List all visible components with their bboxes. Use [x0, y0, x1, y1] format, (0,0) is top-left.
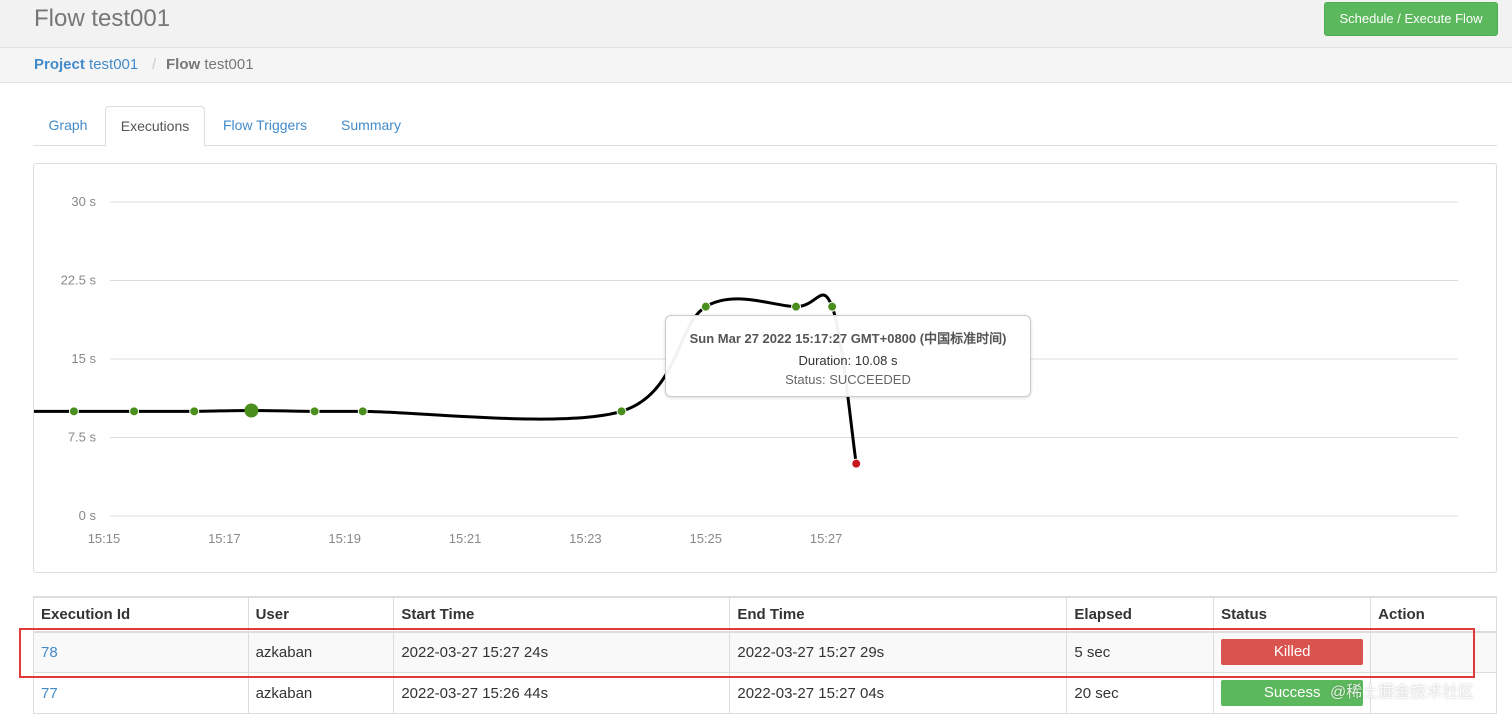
execution-id-link[interactable]: 78 — [41, 644, 58, 661]
data-point[interactable] — [129, 406, 140, 417]
data-point[interactable] — [791, 301, 802, 312]
data-point[interactable] — [616, 406, 627, 417]
x-tick-label: 15:15 — [88, 531, 121, 546]
data-point[interactable] — [851, 458, 862, 469]
data-point[interactable] — [309, 406, 320, 417]
y-tick-label: 30 s — [71, 194, 96, 209]
x-tick-label: 15:17 — [208, 531, 241, 546]
cell-start-time: 2022-03-27 15:26 44s — [393, 672, 731, 714]
y-tick-label: 7.5 s — [68, 430, 97, 445]
breadcrumb-separator: / — [152, 56, 157, 73]
cell-elapsed: 5 sec — [1066, 631, 1215, 673]
x-tick-label: 15:25 — [689, 531, 722, 546]
column-header-end-time: End Time — [729, 597, 1068, 633]
schedule-execute-flow-button[interactable]: Schedule / Execute Flow — [1324, 2, 1498, 36]
y-tick-label: 0 s — [79, 508, 97, 523]
data-point[interactable] — [68, 406, 79, 417]
table-row[interactable]: 78 azkaban 2022-03-27 15:27 24s 2022-03-… — [33, 631, 1497, 673]
column-header-action: Action — [1370, 597, 1497, 633]
x-tick-label: 15:27 — [810, 531, 843, 546]
column-header-start-time: Start Time — [393, 597, 731, 633]
flow-tabs: Graph Executions Flow Triggers Summary — [33, 106, 1497, 147]
watermark-text: @稀土掘金技术社区 — [1330, 684, 1475, 701]
breadcrumb-project-label: Project — [34, 56, 85, 73]
breadcrumb-flow-label: Flow — [166, 56, 201, 73]
tooltip-title: Sun Mar 27 2022 15:17:27 GMT+0800 (中国标准时… — [689, 331, 1007, 346]
page-header: Flow test001 Schedule / Execute Flow — [0, 0, 1512, 48]
executions-table: Execution Id User Start Time End Time El… — [33, 597, 1497, 714]
x-tick-label: 15:23 — [569, 531, 602, 546]
cell-end-time: 2022-03-27 15:27 29s — [729, 631, 1068, 673]
x-tick-label: 15:21 — [449, 531, 482, 546]
column-header-status: Status — [1213, 597, 1372, 633]
tab-executions[interactable]: Executions — [105, 106, 205, 147]
column-header-execution-id: Execution Id — [33, 597, 249, 633]
cell-elapsed: 20 sec — [1066, 672, 1215, 714]
column-header-user: User — [247, 597, 395, 633]
data-point[interactable] — [827, 301, 838, 312]
tooltip-duration: Duration: 10.08 s — [798, 353, 898, 368]
tab-flow-triggers[interactable]: Flow Triggers — [207, 106, 323, 146]
breadcrumb-flow: Flow test001 — [166, 56, 254, 73]
cell-execution-id: 77 — [33, 672, 249, 714]
cell-start-time: 2022-03-27 15:27 24s — [393, 631, 731, 673]
tab-summary[interactable]: Summary — [327, 106, 415, 146]
breadcrumb-flow-name: test001 — [204, 56, 254, 73]
column-header-elapsed: Elapsed — [1066, 597, 1215, 633]
execution-id-link[interactable]: 77 — [41, 685, 58, 702]
table-row[interactable]: 77 azkaban 2022-03-27 15:26 44s 2022-03-… — [33, 672, 1497, 714]
tab-graph[interactable]: Graph — [33, 106, 103, 146]
cell-end-time: 2022-03-27 15:27 04s — [729, 672, 1068, 714]
chart-tooltip: Sun Mar 27 2022 15:17:27 GMT+0800 (中国标准时… — [665, 315, 1031, 397]
breadcrumb-project-name: test001 — [89, 56, 139, 73]
status-badge: Killed — [1221, 639, 1364, 666]
y-tick-label: 15 s — [71, 351, 96, 366]
cell-action — [1370, 631, 1497, 673]
cell-user: azkaban — [247, 631, 395, 673]
tooltip-status: Status: SUCCEEDED — [785, 372, 911, 387]
page-title: Flow test001 — [34, 5, 171, 32]
executions-table-wrap: Execution Id User Start Time End Time El… — [33, 596, 1497, 719]
data-point[interactable] — [357, 406, 368, 417]
cell-user: azkaban — [247, 672, 395, 714]
table-header-row: Execution Id User Start Time End Time El… — [33, 597, 1497, 633]
breadcrumb: Project test001 / Flow test001 — [0, 48, 1512, 83]
cell-execution-id: 78 — [33, 631, 249, 673]
y-tick-label: 22.5 s — [61, 273, 97, 288]
x-tick-label: 15:19 — [328, 531, 361, 546]
data-point[interactable] — [189, 406, 200, 417]
data-point[interactable] — [700, 301, 711, 312]
cell-status: Killed — [1213, 631, 1372, 673]
breadcrumb-project-link[interactable]: Project test001 — [34, 56, 138, 73]
data-point-highlighted[interactable] — [244, 403, 259, 418]
